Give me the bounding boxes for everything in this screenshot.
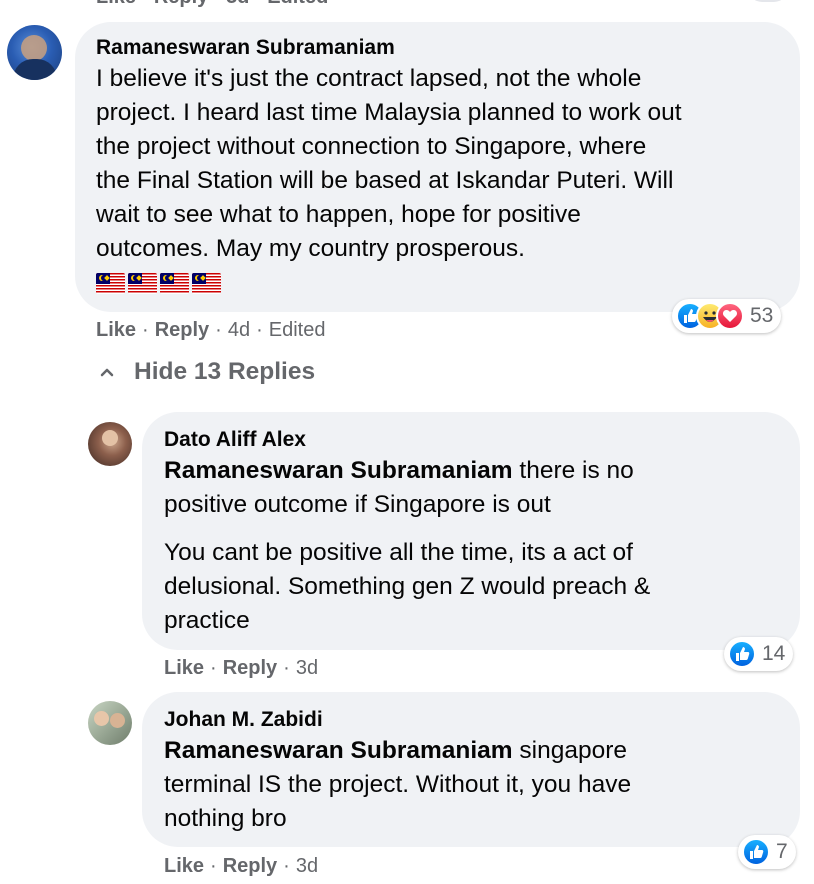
comment-actions: Like · Reply · 4d · Edited	[96, 319, 326, 342]
avatar-body	[13, 59, 57, 80]
timestamp[interactable]: 3d	[296, 657, 318, 680]
avatar-face	[21, 35, 47, 61]
reaction-count: 14	[762, 642, 786, 665]
reactions-summary[interactable]: 7	[738, 835, 796, 869]
timestamp[interactable]: 3d	[226, 0, 249, 8]
timestamp[interactable]: 4d	[228, 319, 250, 342]
avatar[interactable]	[7, 25, 62, 80]
chevron-up-icon	[100, 368, 114, 377]
malaysia-flag-icon	[192, 273, 221, 294]
like-reaction-icon	[742, 838, 770, 866]
avatar-face	[110, 713, 125, 728]
love-reaction-icon	[716, 302, 744, 330]
reply-author[interactable]: Johan M. Zabidi	[164, 708, 323, 732]
previous-comment-actions: Like · Reply · 3d · Edited	[96, 0, 328, 9]
like-link[interactable]: Like	[96, 0, 136, 8]
mention-link[interactable]: Ramaneswaran Subramaniam	[164, 737, 513, 764]
reply-actions: Like · Reply · 3d	[164, 657, 319, 680]
reactions-summary[interactable]: 14	[724, 637, 794, 671]
reply-text-paragraph: You cant be positive all the time, its a…	[164, 539, 651, 634]
comment-author[interactable]: Ramaneswaran Subramaniam	[96, 36, 395, 60]
timestamp[interactable]: 3d	[296, 855, 318, 878]
malaysia-flag-icon	[96, 273, 125, 294]
reaction-count: 53	[750, 304, 774, 327]
hide-replies-button[interactable]: Hide 13 Replies	[100, 358, 315, 386]
reply-link[interactable]: Reply	[223, 657, 277, 680]
mention-link[interactable]: Ramaneswaran Subramaniam	[164, 457, 513, 484]
reply-text: Ramaneswaran Subramaniam singapore termi…	[164, 734, 631, 836]
reactions-summary[interactable]: 53	[672, 299, 782, 333]
malaysia-flag-icon	[128, 273, 157, 294]
avatar-face	[94, 711, 109, 726]
like-link[interactable]: Like	[164, 657, 204, 680]
malaysia-flag-icon	[160, 273, 189, 294]
reply-author[interactable]: Dato Aliff Alex	[164, 428, 306, 452]
like-link[interactable]: Like	[164, 855, 204, 878]
previous-reaction-pill-edge	[748, 0, 788, 2]
avatar-face	[102, 430, 118, 446]
reaction-count: 7	[776, 840, 788, 863]
avatar[interactable]	[88, 701, 132, 745]
hide-replies-label: Hide 13 Replies	[134, 358, 316, 385]
reply-link[interactable]: Reply	[155, 319, 209, 342]
like-reaction-icon	[728, 640, 756, 668]
avatar[interactable]	[88, 422, 132, 466]
edited-label: Edited	[268, 319, 326, 341]
edited-label: Edited	[267, 0, 328, 8]
flag-emojis	[96, 273, 221, 294]
comment-text: I believe it's just the contract lapsed,…	[96, 65, 682, 262]
like-link[interactable]: Like	[96, 319, 136, 342]
reply-actions: Like · Reply · 3d	[164, 855, 319, 878]
reply-link[interactable]: Reply	[223, 855, 277, 878]
reply-link[interactable]: Reply	[154, 0, 208, 8]
reply-text: Ramaneswaran Subramaniam there is no pos…	[164, 454, 634, 522]
